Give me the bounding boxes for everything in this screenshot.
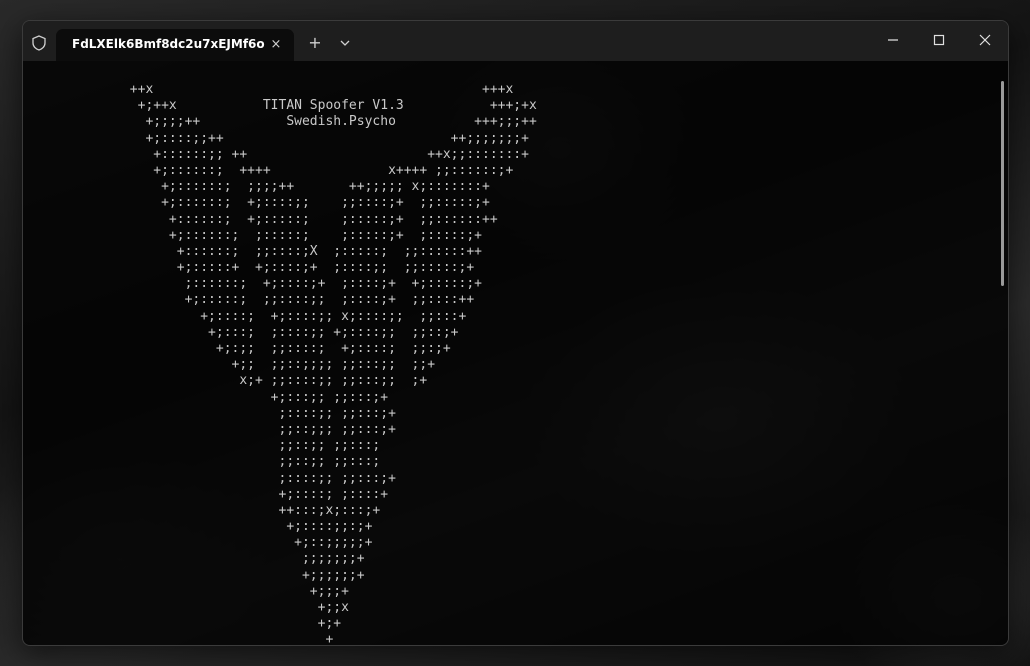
terminal-line: x;+ ;;::::;; ;;:::;; ;+ [75, 373, 428, 389]
terminal-line: +;::;;;;;+ [75, 535, 373, 551]
terminal-line: +;::::; ;::::+ [75, 486, 389, 502]
terminal-line: +;:::::; ;;::::;; ;::::;+ ;;::::++ [75, 292, 475, 308]
minimize-icon [888, 39, 898, 41]
terminal-line: +;::::::; ;:::::; ;:::::;+ ;:::::;+ [75, 227, 482, 243]
scrollbar[interactable] [1001, 81, 1004, 286]
terminal-line: +;:::;; ;;:::;+ [75, 389, 389, 405]
title-bar: FdLXElk6Bmf8dc2u7xEJMf6o × + [23, 21, 1008, 61]
terminal-line: +;;;;;;+ [75, 567, 365, 583]
terminal-window: FdLXElk6Bmf8dc2u7xEJMf6o × + ++x +++x +;… [22, 20, 1009, 646]
terminal-line: ;::::::; +;::::;+ ;::::;+ +;:::::;+ [75, 276, 482, 292]
terminal-line: ;;::;; ;;:::; [75, 454, 381, 470]
tab-title: FdLXElk6Bmf8dc2u7xEJMf6o [72, 37, 265, 51]
close-icon [979, 34, 991, 46]
maximize-button[interactable] [924, 29, 954, 53]
terminal-line: +;++x TITAN Spoofer V1.3 +++;+x [75, 98, 537, 114]
new-tab-button[interactable]: + [303, 31, 327, 55]
terminal-line: ;;;;;;;+ [75, 551, 365, 567]
terminal-line: +;:::; ;::::;; +;::::;; ;;::;+ [75, 324, 459, 340]
terminal-line: ;;::;; ;;:::; [75, 438, 381, 454]
minimize-button[interactable] [878, 29, 908, 53]
terminal-line: ;::::;; ;;:::;+ [75, 405, 396, 421]
terminal-line: +;::::; +;::::;; x;::::;; ;;:::+ [75, 308, 467, 324]
ascii-art-banner: ++x +++x +;++x TITAN Spoofer V1.3 +++;+x… [75, 82, 537, 646]
terminal-line: +;::::::; +;::::;; ;;::::;+ ;;:::::;+ [75, 195, 490, 211]
terminal-line: ++x +++x [75, 82, 514, 97]
chevron-down-icon [340, 40, 350, 46]
terminal-line: + [75, 632, 334, 646]
terminal-line: +::::::; ;;::::;X ;:::::; ;;::::::++ [75, 243, 482, 259]
terminal-line: ;::::;; ;;:::;+ [75, 470, 396, 486]
terminal-line: +;+ [75, 616, 342, 632]
terminal-line: +;::::::; ++++ x++++ ;;::::::;+ [75, 162, 514, 178]
terminal-line: +;;x [75, 600, 349, 615]
shield-icon [32, 35, 46, 51]
terminal-line: +;::::::; ;;;;++ ++;;;;; x;:::::::+ [75, 179, 490, 195]
terminal-line: ;;::;;; ;;:::;+ [75, 421, 396, 437]
terminal-line: ++:::;x;:::;+ [75, 502, 381, 518]
terminal-output[interactable]: ++x +++x +;++x TITAN Spoofer V1.3 +++;+x… [23, 61, 1008, 645]
tab-dropdown-button[interactable] [333, 31, 357, 55]
maximize-icon [933, 34, 945, 46]
terminal-line: +;; ;;::;;;; ;;:::;; ;;+ [75, 357, 436, 373]
close-tab-icon[interactable]: × [268, 37, 284, 53]
terminal-line: +;::::;;++ ++;;;;;;;+ [75, 130, 529, 146]
terminal-line: +;;;;++ Swedish.Psycho +++;;;++ [75, 114, 537, 130]
terminal-line: +;;;+ [75, 583, 349, 599]
terminal-line: +::::::;; ++ ++x;;:::::::+ [75, 146, 529, 162]
terminal-line: +;::::;;:;+ [75, 519, 373, 535]
tab-active[interactable]: FdLXElk6Bmf8dc2u7xEJMf6o × [56, 29, 294, 61]
terminal-line: +::::::; +;:::::; ;:::::;+ ;;::::::++ [75, 211, 498, 227]
terminal-line: +;:;; ;;::::; +;::::; ;;:;+ [75, 341, 451, 356]
terminal-line: +;:::::+ +;::::;+ ;::::;; ;;:::::;+ [75, 260, 475, 276]
close-window-button[interactable] [970, 29, 1000, 53]
